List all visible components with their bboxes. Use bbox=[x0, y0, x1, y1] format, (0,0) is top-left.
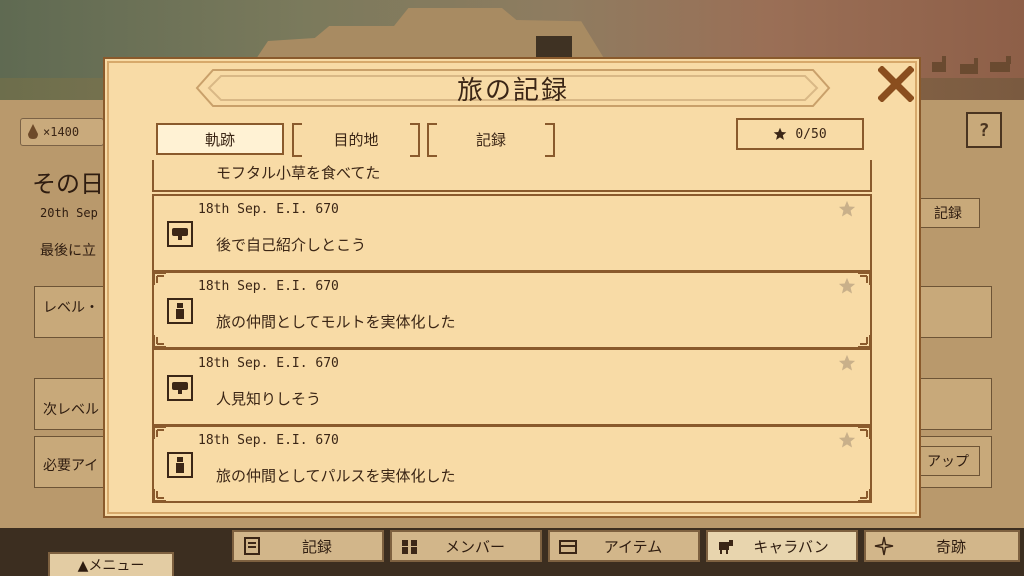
tab-miracle[interactable]: 奇跡 bbox=[864, 530, 1020, 562]
tab-caravan-label: キャラバン bbox=[753, 537, 829, 556]
tab-record[interactable]: 記録 bbox=[232, 530, 384, 562]
close-x-icon bbox=[878, 66, 914, 102]
tab-members[interactable]: メンバー bbox=[390, 530, 542, 562]
entry-date: 18th Sep. E.I. 670 bbox=[198, 433, 339, 448]
corner-ornament-icon bbox=[858, 335, 870, 347]
star-counter-value: 0/50 bbox=[795, 126, 827, 142]
level-up-button[interactable]: アップ bbox=[916, 446, 980, 476]
filter-record-button[interactable]: 記録 bbox=[427, 123, 555, 157]
corner-ornament-icon bbox=[858, 427, 870, 439]
entry-date: 18th Sep. E.I. 670 bbox=[198, 202, 339, 217]
entry-date: 18th Sep. E.I. 670 bbox=[198, 356, 339, 371]
person-icon bbox=[167, 298, 193, 324]
help-button[interactable]: ? bbox=[966, 112, 1002, 148]
corner-ornament-icon bbox=[154, 335, 166, 347]
members-icon bbox=[402, 540, 417, 554]
list-item[interactable]: 18th Sep. E.I. 670 人見知りしそう bbox=[152, 348, 872, 426]
speech-bubble-icon bbox=[166, 160, 194, 174]
entry-text: 後で自己紹介しとこう bbox=[216, 236, 367, 254]
level-label: レベル・ bbox=[43, 300, 99, 316]
corner-ornament-icon bbox=[858, 489, 870, 501]
caravan-icon bbox=[719, 540, 733, 554]
corner-ornament-icon bbox=[154, 489, 166, 501]
list-item[interactable]: 18th Sep. E.I. 670 後で自己紹介しとこう bbox=[152, 194, 872, 272]
filter-destination-button[interactable]: 目的地 bbox=[292, 123, 420, 157]
tab-items[interactable]: アイテム bbox=[548, 530, 700, 562]
next-level-label: 次レベル bbox=[43, 402, 99, 418]
camel-caravan-scenery bbox=[932, 56, 1011, 74]
filter-trail-button[interactable]: 軌跡 bbox=[156, 123, 284, 155]
help-icon: ? bbox=[978, 119, 990, 141]
entry-text: モフタル小草を食べてた bbox=[216, 164, 381, 182]
drop-icon bbox=[28, 124, 38, 139]
required-items-label: 必要アイ bbox=[43, 458, 99, 474]
last-stop-label: 最後に立 bbox=[40, 243, 96, 259]
corner-ornament-icon bbox=[154, 273, 166, 285]
star-icon[interactable] bbox=[838, 431, 856, 449]
tab-members-label: メンバー bbox=[444, 537, 505, 556]
star-icon bbox=[774, 127, 787, 140]
entry-date: 18th Sep. E.I. 670 bbox=[198, 279, 339, 294]
star-icon[interactable] bbox=[838, 277, 856, 295]
day-date: 20th Sep bbox=[40, 206, 98, 220]
currency-amount: ×1400 bbox=[43, 125, 80, 139]
menu-button[interactable]: ▲メニュー bbox=[48, 552, 174, 576]
speech-bubble-icon bbox=[167, 221, 193, 247]
entry-text: 旅の仲間としてモルトを実体化した bbox=[216, 313, 456, 331]
log-entry-list[interactable]: モフタル小草を食べてた 18th Sep. E.I. 670 後で自己紹介しとこ… bbox=[152, 160, 872, 508]
sparkle-icon bbox=[874, 536, 894, 556]
record-button[interactable]: 記録 bbox=[916, 198, 980, 228]
corner-ornament-icon bbox=[154, 427, 166, 439]
modal-title: 旅の記録 bbox=[456, 75, 569, 106]
tab-miracle-label: 奇跡 bbox=[935, 537, 966, 556]
star-icon[interactable] bbox=[838, 200, 856, 218]
document-icon bbox=[244, 537, 260, 555]
entry-text: 人見知りしそう bbox=[216, 390, 322, 408]
chest-icon bbox=[559, 540, 577, 554]
currency-display: ×1400 bbox=[20, 118, 104, 146]
list-item[interactable]: モフタル小草を食べてた bbox=[152, 160, 872, 192]
star-icon[interactable] bbox=[838, 354, 856, 372]
list-item[interactable]: 18th Sep. E.I. 670 旅の仲間としてパルスを実体化した bbox=[152, 425, 872, 503]
tab-record-label: 記録 bbox=[301, 537, 332, 556]
speech-bubble-icon bbox=[167, 375, 193, 401]
tab-caravan[interactable]: キャラバン bbox=[706, 530, 858, 562]
tab-items-label: アイテム bbox=[603, 537, 663, 556]
entry-text: 旅の仲間としてパルスを実体化した bbox=[216, 467, 456, 485]
person-icon bbox=[167, 452, 193, 478]
list-item[interactable]: 18th Sep. E.I. 670 旅の仲間としてモルトを実体化した bbox=[152, 271, 872, 349]
day-title: その日 bbox=[32, 170, 104, 198]
star-counter: 0/50 bbox=[736, 118, 864, 150]
close-button[interactable] bbox=[876, 64, 916, 104]
corner-ornament-icon bbox=[858, 273, 870, 285]
